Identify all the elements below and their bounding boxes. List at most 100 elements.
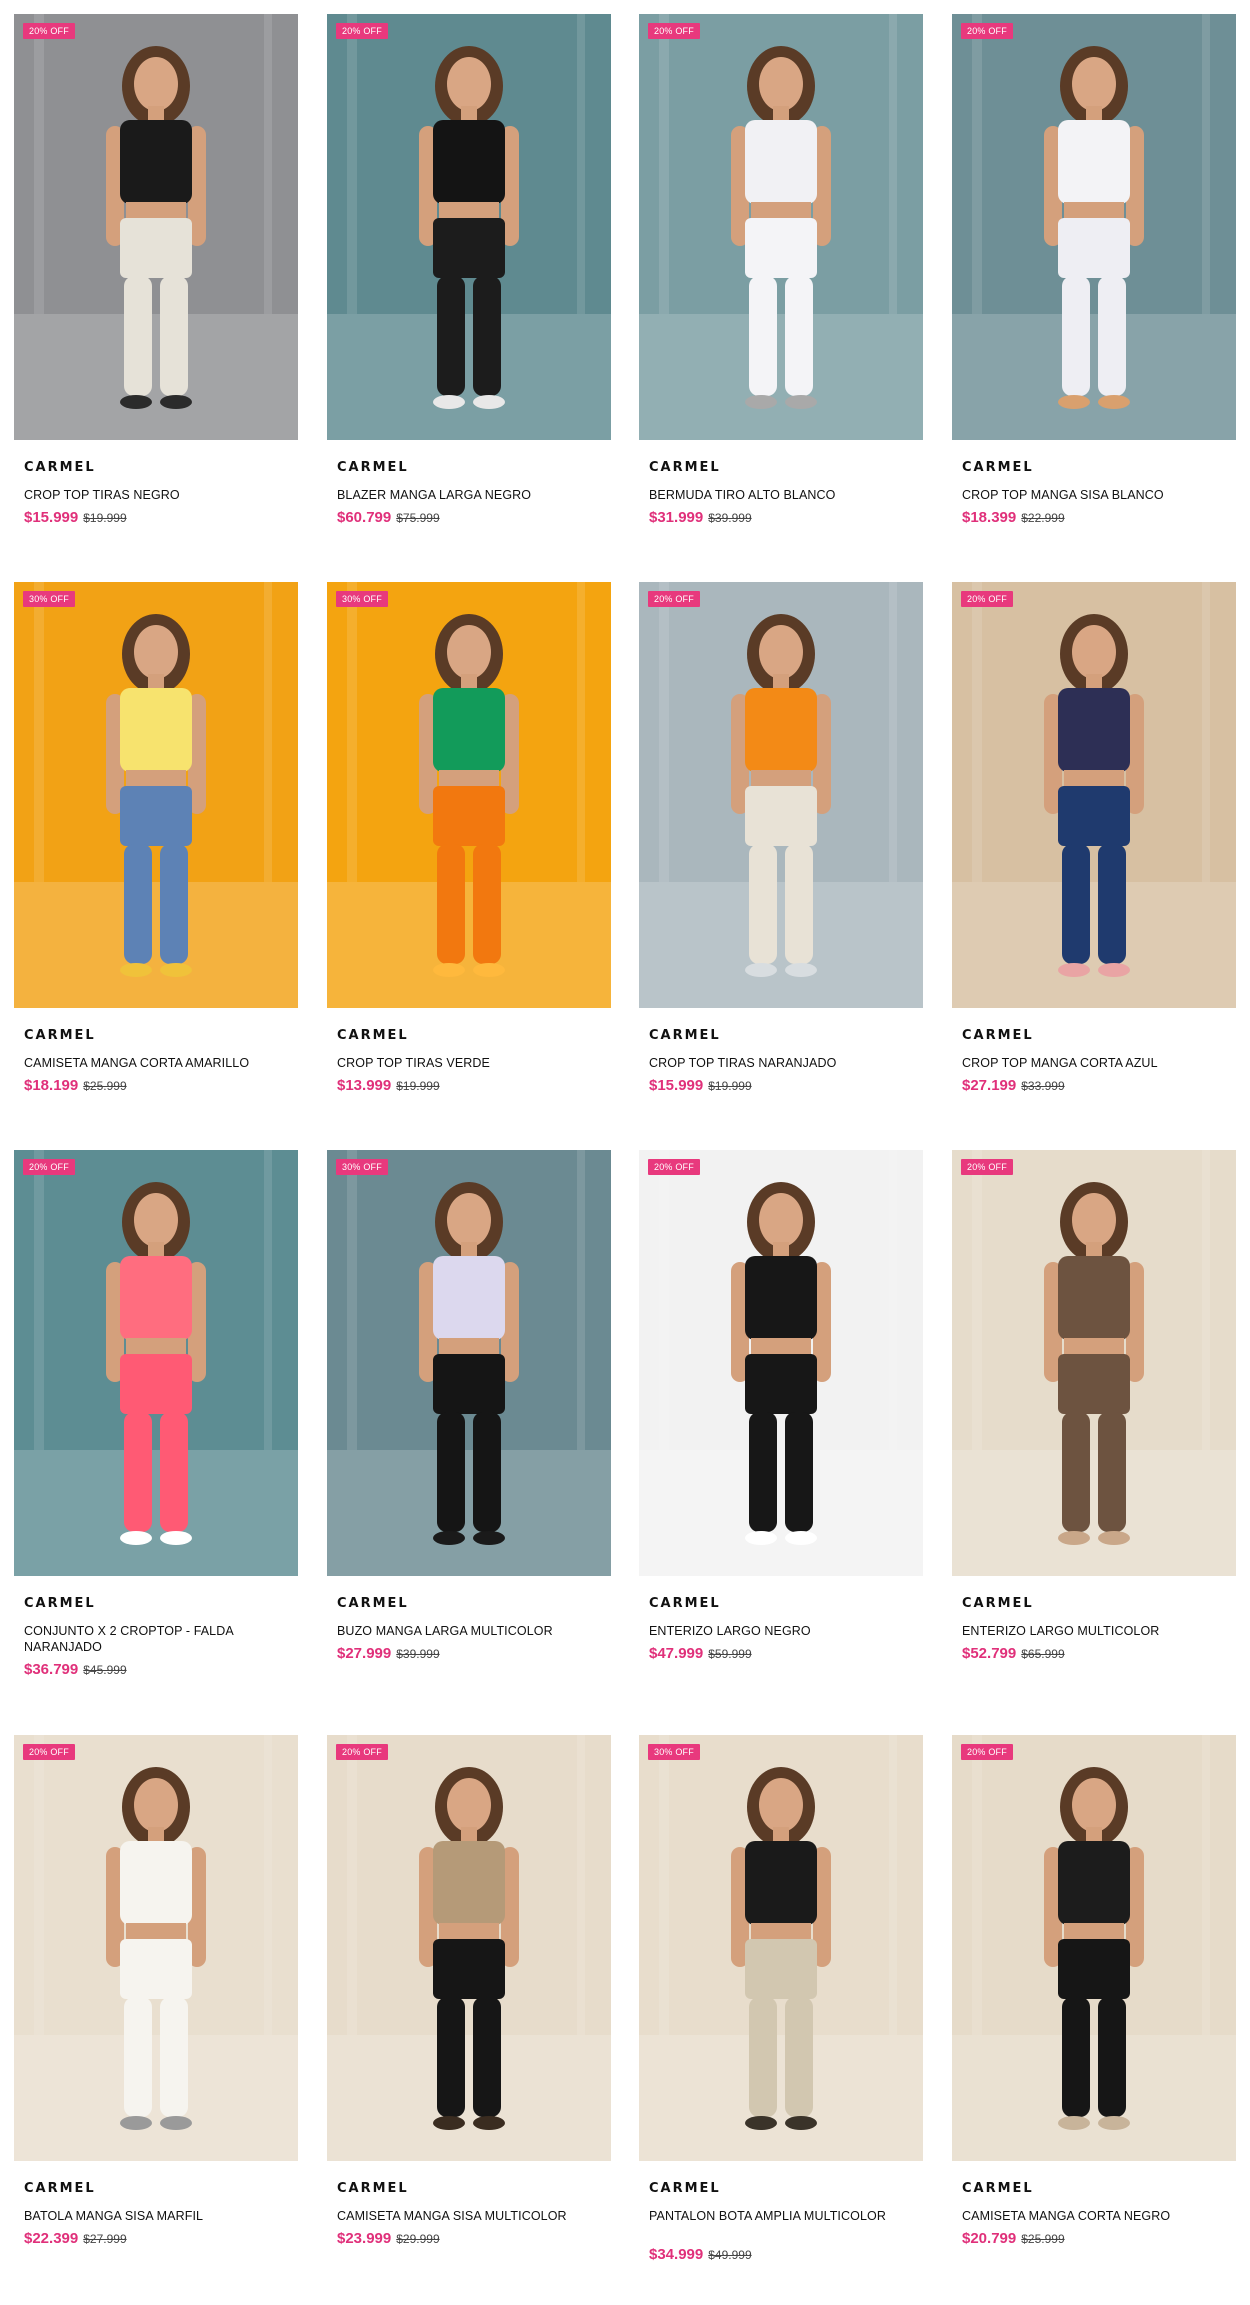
product-image[interactable]: 20% OFF <box>639 582 923 1008</box>
brand-name: CARMEL <box>337 1596 409 1611</box>
sale-price: $27.999 <box>337 1645 392 1662</box>
product-image[interactable]: 30% OFF <box>639 1735 923 2161</box>
original-price: $45.999 <box>83 1663 127 1677</box>
product-card[interactable]: 30% OFF CARMEL PANTALON BOTA AMPLIA MULT… <box>639 1735 923 2263</box>
price-row: $23.999 $29.999 <box>337 2230 601 2247</box>
product-photo-illustration <box>639 1150 923 1576</box>
original-price: $25.999 <box>1021 2232 1065 2246</box>
product-card[interactable]: 20% OFF CARMEL CROP TOP TIRAS NEGRO $15.… <box>14 14 298 526</box>
product-card[interactable]: 20% OFF CARMEL CROP TOP TIRAS NARANJADO … <box>639 582 923 1094</box>
product-card[interactable]: 20% OFF CARMEL ENTERIZO LARGO MULTICOLOR… <box>952 1150 1236 1662</box>
discount-badge: 20% OFF <box>648 23 700 39</box>
original-price: $39.999 <box>708 511 752 525</box>
product-photo-illustration <box>327 1150 611 1576</box>
product-card[interactable]: 20% OFF CARMEL BATOLA MANGA SISA MARFIL … <box>14 1735 298 2247</box>
original-price: $49.999 <box>708 2248 752 2262</box>
product-image[interactable]: 20% OFF <box>952 14 1236 440</box>
product-info: CARMEL CONJUNTO X 2 CROPTOP - FALDA NARA… <box>14 1576 298 1678</box>
sale-price: $36.799 <box>24 1661 79 1678</box>
product-image[interactable]: 30% OFF <box>327 1150 611 1576</box>
brand-name: CARMEL <box>649 460 721 475</box>
product-card[interactable]: 20% OFF CARMEL CROP TOP MANGA SISA BLANC… <box>952 14 1236 526</box>
price-row: $27.999 $39.999 <box>337 1645 601 1662</box>
product-photo-illustration <box>952 1735 1236 2161</box>
product-card[interactable]: 20% OFF CARMEL ENTERIZO LARGO NEGRO $47.… <box>639 1150 923 1662</box>
product-name[interactable]: CROP TOP TIRAS NARANJADO <box>649 1055 913 1071</box>
product-photo-illustration <box>327 14 611 440</box>
sale-price: $34.999 <box>649 2246 704 2263</box>
product-name[interactable]: CAMISETA MANGA SISA MULTICOLOR <box>337 2208 601 2224</box>
product-card[interactable]: 20% OFF CARMEL CONJUNTO X 2 CROPTOP - FA… <box>14 1150 298 1678</box>
product-image[interactable]: 20% OFF <box>952 1150 1236 1576</box>
brand-name: CARMEL <box>337 2181 409 2196</box>
product-image[interactable]: 20% OFF <box>952 1735 1236 2161</box>
product-photo-illustration <box>952 1150 1236 1576</box>
product-name[interactable]: BERMUDA TIRO ALTO BLANCO <box>649 487 913 503</box>
product-name[interactable]: ENTERIZO LARGO MULTICOLOR <box>962 1623 1226 1639</box>
discount-badge: 30% OFF <box>23 591 75 607</box>
discount-badge: 20% OFF <box>336 23 388 39</box>
product-name[interactable]: CAMISETA MANGA CORTA AMARILLO <box>24 1055 288 1071</box>
product-image[interactable]: 20% OFF <box>14 1735 298 2161</box>
sale-price: $13.999 <box>337 1077 392 1094</box>
product-card[interactable]: 30% OFF CARMEL BUZO MANGA LARGA MULTICOL… <box>327 1150 611 1662</box>
product-info: CARMEL BERMUDA TIRO ALTO BLANCO $31.999 … <box>639 440 923 526</box>
product-photo-illustration <box>327 582 611 1008</box>
product-name[interactable]: CAMISETA MANGA CORTA NEGRO <box>962 2208 1226 2224</box>
price-row: $15.999 $19.999 <box>24 509 288 526</box>
product-info: CARMEL CROP TOP TIRAS NARANJADO $15.999 … <box>639 1008 923 1094</box>
brand-name: CARMEL <box>337 1028 409 1043</box>
brand-name: CARMEL <box>24 1596 96 1611</box>
product-name[interactable]: ENTERIZO LARGO NEGRO <box>649 1623 913 1639</box>
product-name[interactable]: CROP TOP MANGA SISA BLANCO <box>962 487 1226 503</box>
product-card[interactable]: 20% OFF CARMEL BERMUDA TIRO ALTO BLANCO … <box>639 14 923 526</box>
discount-badge: 20% OFF <box>23 23 75 39</box>
product-image[interactable]: 30% OFF <box>14 582 298 1008</box>
sale-price: $52.799 <box>962 1645 1017 1662</box>
product-name[interactable]: BUZO MANGA LARGA MULTICOLOR <box>337 1623 601 1639</box>
product-image[interactable]: 20% OFF <box>327 1735 611 2161</box>
product-name[interactable]: CROP TOP TIRAS NEGRO <box>24 487 288 503</box>
product-card[interactable]: 20% OFF CARMEL BLAZER MANGA LARGA NEGRO … <box>327 14 611 526</box>
brand-name: CARMEL <box>962 1596 1034 1611</box>
original-price: $27.999 <box>83 2232 127 2246</box>
price-row: $47.999 $59.999 <box>649 1645 913 1662</box>
price-row: $27.199 $33.999 <box>962 1077 1226 1094</box>
product-grid: 20% OFF CARMEL CROP TOP TIRAS NEGRO $15.… <box>0 0 1250 2305</box>
product-card[interactable]: 20% OFF CARMEL CROP TOP MANGA CORTA AZUL… <box>952 582 1236 1094</box>
product-photo-illustration <box>952 582 1236 1008</box>
product-name[interactable]: PANTALON BOTA AMPLIA MULTICOLOR <box>649 2208 913 2240</box>
product-info: CARMEL CAMISETA MANGA CORTA AMARILLO $18… <box>14 1008 298 1094</box>
product-name[interactable]: CROP TOP MANGA CORTA AZUL <box>962 1055 1226 1071</box>
product-name[interactable]: BLAZER MANGA LARGA NEGRO <box>337 487 601 503</box>
product-name[interactable]: BATOLA MANGA SISA MARFIL <box>24 2208 288 2224</box>
product-image[interactable]: 20% OFF <box>639 1150 923 1576</box>
product-image[interactable]: 20% OFF <box>14 1150 298 1576</box>
product-photo-illustration <box>14 582 298 1008</box>
product-card[interactable]: 20% OFF CARMEL CAMISETA MANGA CORTA NEGR… <box>952 1735 1236 2247</box>
discount-badge: 30% OFF <box>336 1159 388 1175</box>
price-row: $22.399 $27.999 <box>24 2230 288 2247</box>
product-photo-illustration <box>639 582 923 1008</box>
product-card[interactable]: 30% OFF CARMEL CAMISETA MANGA CORTA AMAR… <box>14 582 298 1094</box>
sale-price: $15.999 <box>24 509 79 526</box>
product-name[interactable]: CONJUNTO X 2 CROPTOP - FALDA NARANJADO <box>24 1623 288 1655</box>
original-price: $65.999 <box>1021 1647 1065 1661</box>
price-row: $20.799 $25.999 <box>962 2230 1226 2247</box>
product-name[interactable]: CROP TOP TIRAS VERDE <box>337 1055 601 1071</box>
brand-name: CARMEL <box>962 1028 1034 1043</box>
product-image[interactable]: 20% OFF <box>14 14 298 440</box>
original-price: $75.999 <box>396 511 440 525</box>
product-image[interactable]: 20% OFF <box>639 14 923 440</box>
product-card[interactable]: 30% OFF CARMEL CROP TOP TIRAS VERDE $13.… <box>327 582 611 1094</box>
product-photo-illustration <box>14 1735 298 2161</box>
discount-badge: 20% OFF <box>961 1159 1013 1175</box>
price-row: $60.799 $75.999 <box>337 509 601 526</box>
brand-name: CARMEL <box>962 460 1034 475</box>
product-image[interactable]: 20% OFF <box>952 582 1236 1008</box>
discount-badge: 20% OFF <box>336 1744 388 1760</box>
product-card[interactable]: 20% OFF CARMEL CAMISETA MANGA SISA MULTI… <box>327 1735 611 2247</box>
product-image[interactable]: 20% OFF <box>327 14 611 440</box>
product-image[interactable]: 30% OFF <box>327 582 611 1008</box>
original-price: $29.999 <box>396 2232 440 2246</box>
